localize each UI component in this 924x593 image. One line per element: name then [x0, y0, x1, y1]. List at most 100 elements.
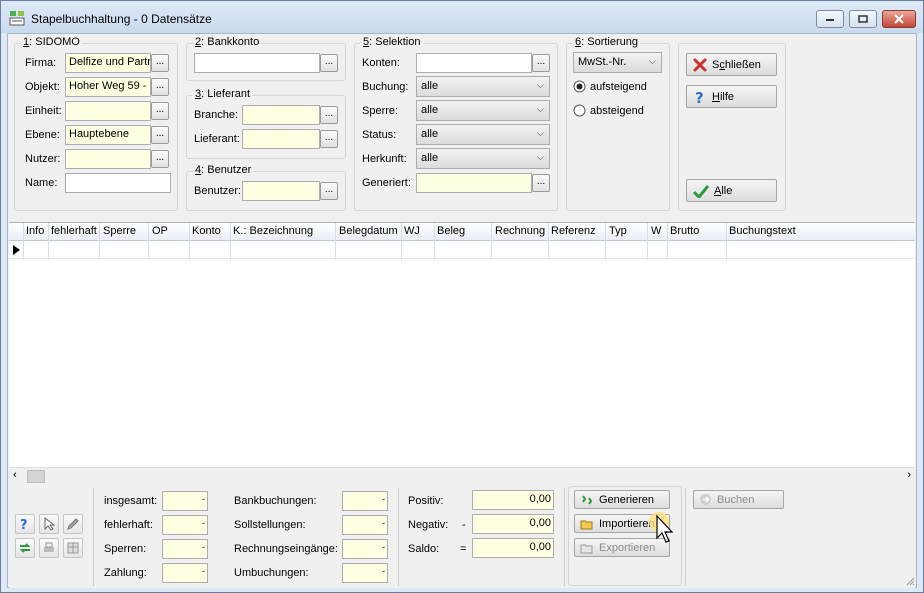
fehlerhaft-value: -	[162, 515, 208, 535]
firma-field[interactable]: Delfize und Partr	[65, 53, 151, 73]
einheit-browse-button[interactable]: ...	[151, 102, 169, 120]
umbuchungen-value: -	[342, 563, 388, 583]
sort-ascending-radio[interactable]: aufsteigend	[573, 80, 647, 93]
nutzer-browse-button[interactable]: ...	[151, 150, 169, 168]
col-sperre[interactable]: Sperre	[103, 225, 136, 237]
bookings-table[interactable]: Info fehlerhaft Sperre OP Konto K.: Beze…	[9, 222, 915, 484]
einheit-field[interactable]	[65, 101, 151, 121]
minimize-button[interactable]	[816, 10, 844, 28]
objekt-label: Objekt:	[25, 81, 60, 93]
horizontal-scrollbar[interactable]: ‹ ›	[9, 467, 915, 484]
resize-grip-icon[interactable]	[905, 576, 915, 586]
sperren-value: -	[162, 539, 208, 559]
ebene-label: Ebene:	[25, 129, 60, 141]
print-button[interactable]	[39, 538, 59, 558]
objekt-browse-button[interactable]: ...	[151, 78, 169, 96]
summary-panel: ? insgesamt: - fehlerhaft: - Sperren: - …	[9, 484, 915, 588]
sperren-label: Sperren:	[104, 543, 147, 555]
lieferant-group-title: 3: Lieferant	[193, 88, 253, 100]
status-select[interactable]: alle ⌵	[416, 124, 550, 145]
rechnungseingaenge-value: -	[342, 539, 388, 559]
firma-browse-button[interactable]: ...	[151, 54, 169, 72]
nutzer-label: Nutzer:	[25, 153, 61, 165]
col-info[interactable]: Info	[26, 225, 44, 237]
saldo-value: 0,00	[472, 538, 554, 558]
branche-field[interactable]	[242, 105, 320, 125]
sort-descending-label: absteigend	[590, 104, 644, 117]
edit-button[interactable]	[63, 514, 83, 534]
bankbuchungen-label: Bankbuchungen:	[234, 495, 317, 507]
col-wj[interactable]: WJ	[404, 225, 420, 237]
col-rechnung[interactable]: Rechnung	[495, 225, 545, 237]
objekt-field[interactable]: Hoher Weg 59 -	[65, 77, 151, 97]
folder-export-icon	[580, 544, 593, 553]
konten-browse-button[interactable]: ...	[532, 54, 550, 72]
close-button-label: Schließen	[712, 58, 761, 71]
app-icon	[9, 11, 25, 26]
post-button[interactable]: Buchen	[693, 490, 784, 509]
close-window-button[interactable]	[882, 10, 916, 28]
help-icon: ?	[695, 89, 704, 105]
negativ-label: Negativ:	[408, 519, 449, 531]
col-beleg[interactable]: Beleg	[437, 225, 465, 237]
col-brutto[interactable]: Brutto	[670, 225, 699, 237]
mouse-cursor-icon	[649, 512, 674, 543]
help-small-button[interactable]: ?	[15, 514, 35, 534]
row-pointer-icon	[13, 245, 20, 255]
col-referenz[interactable]: Referenz	[551, 225, 596, 237]
lieferant-browse-button[interactable]: ...	[320, 130, 338, 148]
table-row[interactable]	[9, 241, 915, 259]
col-buchungstext[interactable]: Buchungstext	[729, 225, 796, 237]
konten-field[interactable]	[416, 53, 532, 73]
benutzer-browse-button[interactable]: ...	[320, 182, 338, 200]
sort-descending-radio[interactable]: absteigend	[573, 104, 644, 117]
bankkonto-group-title: 2: Bankkonto	[193, 36, 262, 48]
sperre-select[interactable]: alle ⌵	[416, 100, 550, 121]
scroll-left-icon[interactable]: ‹	[13, 469, 17, 481]
radio-checked-icon	[573, 80, 586, 93]
close-button[interactable]: Schließen	[686, 53, 777, 76]
cursor-icon	[44, 517, 55, 531]
col-konto[interactable]: Konto	[192, 225, 221, 237]
bankkonto-field[interactable]	[194, 53, 320, 73]
chevron-down-icon: ⌵	[649, 56, 656, 66]
benutzer-field[interactable]	[242, 181, 320, 201]
svg-text:?: ?	[695, 89, 704, 105]
col-op[interactable]: OP	[152, 225, 168, 237]
herkunft-select[interactable]: alle ⌵	[416, 148, 550, 169]
maximize-button[interactable]	[849, 10, 877, 28]
col-belegdatum[interactable]: Belegdatum	[339, 225, 398, 237]
ebene-browse-button[interactable]: ...	[151, 126, 169, 144]
sollstellungen-label: Sollstellungen:	[234, 519, 306, 531]
help-icon: ?	[20, 518, 28, 531]
col-typ[interactable]: Typ	[609, 225, 627, 237]
ebene-field[interactable]: Hauptebene	[65, 125, 151, 145]
scroll-thumb[interactable]	[27, 470, 45, 483]
sort-field-value: MwSt.-Nr.	[578, 56, 627, 68]
export-grid-button[interactable]	[63, 538, 83, 558]
negativ-sign: -	[462, 519, 466, 531]
sort-ascending-label: aufsteigend	[590, 80, 647, 93]
help-button[interactable]: ? Hilfe	[686, 85, 777, 108]
svg-text:?: ?	[20, 518, 28, 531]
sort-field-select[interactable]: MwSt.-Nr. ⌵	[573, 52, 662, 73]
branche-browse-button[interactable]: ...	[320, 106, 338, 124]
nutzer-field[interactable]	[65, 149, 151, 169]
select-all-button[interactable]: Alle	[686, 179, 777, 202]
name-field[interactable]	[65, 173, 171, 193]
pointer-tool-button[interactable]	[39, 514, 59, 534]
generiert-browse-button[interactable]: ...	[532, 174, 550, 192]
title-bar[interactable]: Stapelbuchhaltung - 0 Datensätze	[1, 1, 923, 33]
refresh-button[interactable]	[15, 538, 35, 558]
status-select-value: alle	[421, 128, 439, 140]
col-bezeichnung[interactable]: K.: Bezeichnung	[233, 225, 313, 237]
window-title: Stapelbuchhaltung - 0 Datensätze	[31, 12, 212, 26]
scroll-right-icon[interactable]: ›	[907, 469, 911, 481]
generiert-label: Generiert:	[362, 177, 411, 189]
generiert-field[interactable]	[416, 173, 532, 193]
lieferant-field[interactable]	[242, 129, 320, 149]
col-fehlerhaft[interactable]: fehlerhaft	[51, 225, 97, 237]
col-w[interactable]: W	[651, 225, 661, 237]
buchung-select[interactable]: alle ⌵	[416, 76, 550, 97]
bankkonto-browse-button[interactable]: ...	[320, 54, 338, 72]
